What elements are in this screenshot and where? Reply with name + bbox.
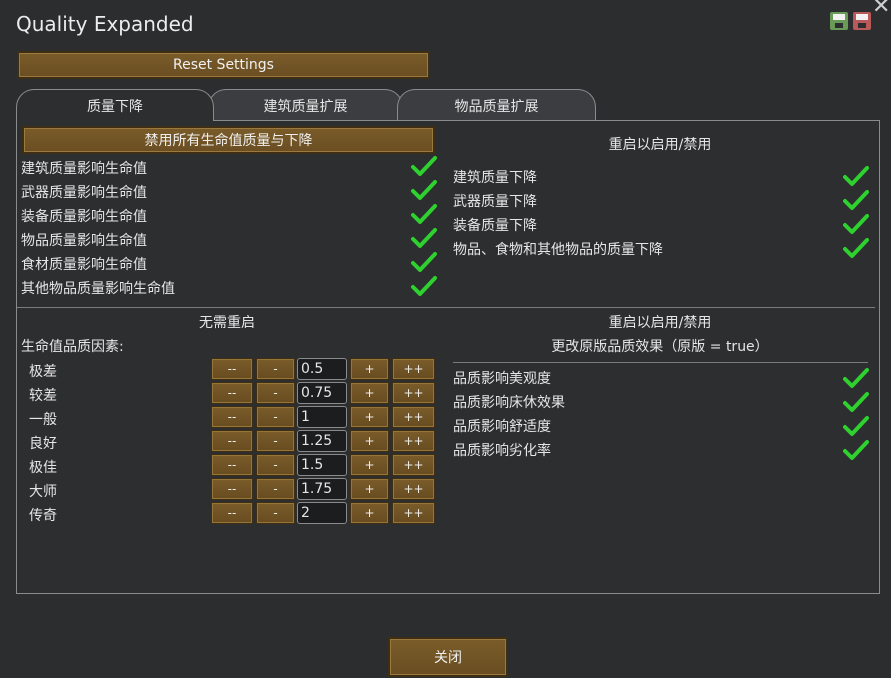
increase-button[interactable]: + (350, 430, 389, 452)
left-bottom-header: 无需重启 (199, 315, 255, 331)
increase-button[interactable]: + (350, 478, 389, 500)
window-title: Quality Expanded (16, 12, 194, 36)
increase-large-button[interactable]: ++ (392, 454, 435, 476)
quality-factor-input[interactable]: 1.25 (297, 430, 347, 452)
right-bottom-header: 重启以启用/禁用 (608, 315, 712, 331)
increase-large-button[interactable]: ++ (392, 502, 435, 524)
increase-large-button[interactable]: ++ (392, 430, 435, 452)
quality-level-label: 传奇 (29, 508, 57, 524)
decrease-button[interactable]: - (256, 358, 295, 380)
vanilla-effect-label: 品质影响舒适度 (453, 419, 551, 435)
tab-quality-decay[interactable]: 质量下降 (16, 89, 214, 121)
checkmark-icon[interactable] (843, 415, 869, 437)
decrease-button[interactable]: - (256, 406, 295, 428)
checkmark-icon[interactable] (843, 213, 869, 235)
increase-button[interactable]: + (350, 454, 389, 476)
increase-button[interactable]: + (350, 502, 389, 524)
decrease-large-button[interactable]: -- (211, 430, 253, 452)
health-option-label: 装备质量影响生命值 (21, 209, 147, 225)
health-option-label: 武器质量影响生命值 (21, 185, 147, 201)
checkmark-icon[interactable] (411, 275, 437, 297)
increase-large-button[interactable]: ++ (392, 478, 435, 500)
close-icon[interactable]: ✕ (872, 0, 890, 19)
increase-large-button[interactable]: ++ (392, 382, 435, 404)
decrease-button[interactable]: - (256, 430, 295, 452)
decrease-large-button[interactable]: -- (211, 382, 253, 404)
decrease-button[interactable]: - (256, 502, 295, 524)
right-top-header: 重启以启用/禁用 (608, 137, 712, 153)
decrease-large-button[interactable]: -- (211, 406, 253, 428)
health-option-label: 物品质量影响生命值 (21, 233, 147, 249)
vanilla-effect-label: 品质影响劣化率 (453, 443, 551, 459)
quality-factor-input[interactable]: 1 (297, 406, 347, 428)
decay-option-label: 物品、食物和其他物品的质量下降 (453, 242, 663, 258)
checkmark-icon[interactable] (411, 179, 437, 201)
checkmark-icon[interactable] (411, 155, 437, 177)
health-factor-title: 生命值品质因素: (21, 339, 124, 355)
quality-level-label: 极差 (29, 364, 57, 380)
quality-level-label: 极佳 (29, 460, 57, 476)
decay-option-label: 装备质量下降 (453, 218, 537, 234)
quality-level-label: 大师 (29, 484, 57, 500)
checkmark-icon[interactable] (843, 367, 869, 389)
tab-building-quality[interactable]: 建筑质量扩展 (208, 89, 403, 121)
checkmark-icon[interactable] (411, 251, 437, 273)
checkmark-icon[interactable] (843, 165, 869, 187)
decay-option-label: 武器质量下降 (453, 194, 537, 210)
decrease-large-button[interactable]: -- (211, 502, 253, 524)
decrease-large-button[interactable]: -- (211, 358, 253, 380)
checkmark-icon[interactable] (843, 237, 869, 259)
decay-option-label: 建筑质量下降 (453, 170, 537, 186)
divider (17, 307, 875, 308)
quality-level-label: 一般 (29, 412, 57, 428)
right-bottom-subheader: 更改原版品质效果（原版 = true） (551, 339, 769, 355)
checkmark-icon[interactable] (843, 391, 869, 413)
health-option-label: 建筑质量影响生命值 (21, 161, 147, 177)
decrease-large-button[interactable]: -- (211, 454, 253, 476)
quality-level-label: 较差 (29, 388, 57, 404)
quality-factor-input[interactable]: 0.75 (297, 382, 347, 404)
increase-large-button[interactable]: ++ (392, 358, 435, 380)
disable-all-button[interactable]: 禁用所有生命值质量与下降 (22, 126, 435, 154)
checkmark-icon[interactable] (411, 203, 437, 225)
increase-button[interactable]: + (350, 358, 389, 380)
increase-button[interactable]: + (350, 406, 389, 428)
decrease-button[interactable]: - (256, 478, 295, 500)
checkmark-icon[interactable] (843, 189, 869, 211)
checkmark-icon[interactable] (411, 227, 437, 249)
quality-factor-input[interactable]: 0.5 (297, 358, 347, 380)
increase-button[interactable]: + (350, 382, 389, 404)
quality-factor-input[interactable]: 1.5 (297, 454, 347, 476)
checkmark-icon[interactable] (843, 439, 869, 461)
close-button[interactable]: 关闭 (388, 637, 508, 677)
subheader-divider (453, 362, 868, 363)
decrease-button[interactable]: - (256, 454, 295, 476)
quality-level-label: 良好 (29, 436, 57, 452)
health-option-label: 食材质量影响生命值 (21, 257, 147, 273)
decrease-large-button[interactable]: -- (211, 478, 253, 500)
health-option-label: 其他物品质量影响生命值 (21, 281, 175, 297)
load-icon[interactable] (853, 12, 871, 30)
reset-settings-button[interactable]: Reset Settings (17, 51, 430, 79)
tab-item-quality[interactable]: 物品质量扩展 (397, 89, 596, 121)
decrease-button[interactable]: - (256, 382, 295, 404)
quality-factor-input[interactable]: 2 (297, 502, 347, 524)
vanilla-effect-label: 品质影响床休效果 (453, 395, 565, 411)
vanilla-effect-label: 品质影响美观度 (453, 371, 551, 387)
save-icon[interactable] (830, 12, 848, 30)
quality-factor-input[interactable]: 1.75 (297, 478, 347, 500)
increase-large-button[interactable]: ++ (392, 406, 435, 428)
